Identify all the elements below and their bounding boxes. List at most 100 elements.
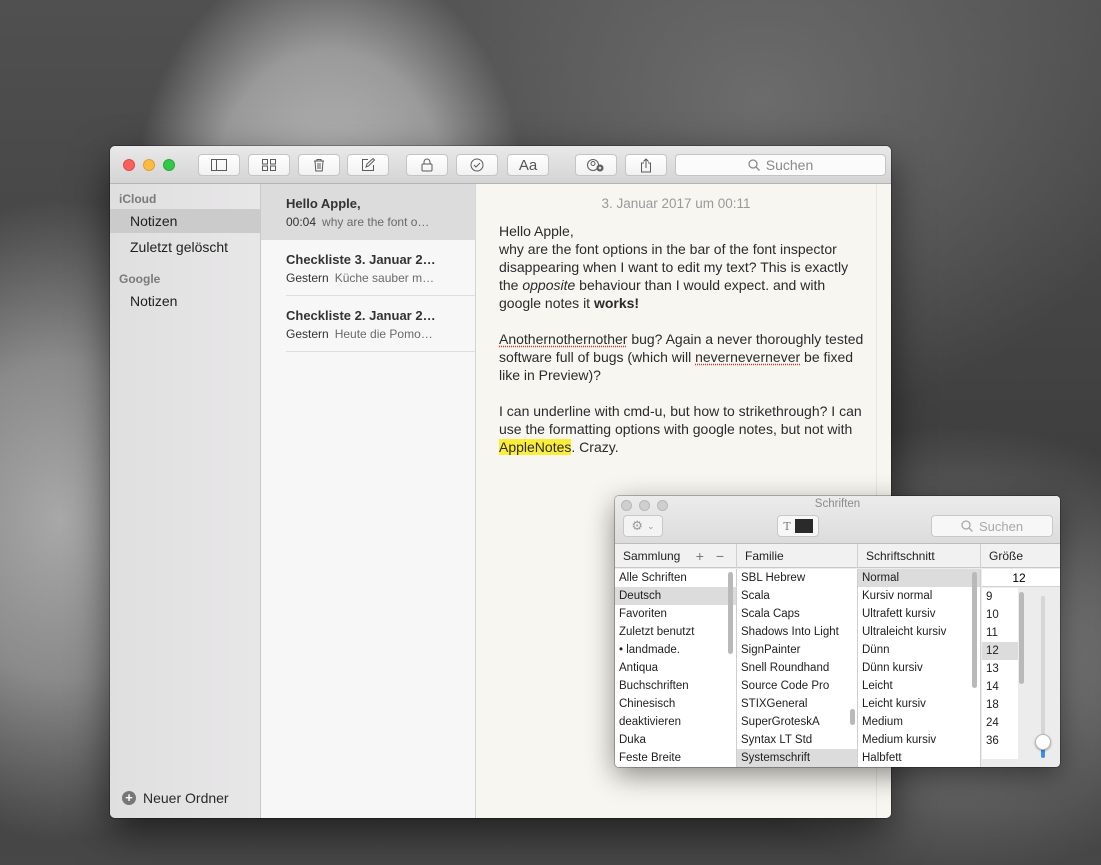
collection-item[interactable]: Favoriten	[615, 605, 736, 623]
size-item[interactable]: 11	[982, 624, 1018, 642]
typeface-item[interactable]: Kursiv normal	[858, 587, 980, 605]
font-family-item[interactable]: Syntax LT Std	[737, 731, 857, 749]
size-slider-track[interactable]	[1041, 596, 1045, 752]
size-list[interactable]: 9 10 11 12 13 14 18 24 36	[982, 588, 1018, 759]
typeface-item[interactable]: Leicht kursiv	[858, 695, 980, 713]
size-item[interactable]: 18	[982, 696, 1018, 714]
share-button[interactable]	[625, 154, 667, 176]
note-date: Gestern	[286, 327, 329, 341]
font-family-item[interactable]: STIXGeneral	[737, 695, 857, 713]
note-list-item[interactable]: Hello Apple, 00:04 why are the font o…	[261, 184, 475, 240]
size-item[interactable]: 12	[982, 642, 1018, 660]
gallery-view-button[interactable]	[248, 154, 290, 176]
format-button[interactable]: Aa	[507, 154, 549, 176]
zoom-window-button[interactable]	[163, 159, 175, 171]
size-item[interactable]: 9	[982, 588, 1018, 606]
misspelled-word[interactable]: Anothernothernother	[499, 331, 627, 347]
note-timestamp: 3. Januar 2017 um 00:11	[601, 196, 751, 211]
note-list-item[interactable]: Checkliste 3. Januar 2… Gestern Küche sau…	[261, 240, 475, 296]
sidebar-section-google: Google	[119, 272, 161, 286]
size-item[interactable]: 14	[982, 678, 1018, 696]
misspelled-word[interactable]: nevernevernever	[695, 349, 800, 365]
font-family-item[interactable]: Source Code Pro	[737, 677, 857, 695]
collection-item[interactable]: Antiqua	[615, 659, 736, 677]
checklist-button[interactable]	[456, 154, 498, 176]
collection-item[interactable]: Deutsch	[615, 587, 736, 605]
action-menu-button[interactable]: ⚙ ⌄	[623, 515, 663, 537]
collection-item[interactable]: Duka	[615, 731, 736, 749]
collection-item[interactable]: Zuletzt benutzt	[615, 623, 736, 641]
size-item[interactable]: 24	[982, 714, 1018, 732]
collection-item[interactable]: deaktivieren	[615, 713, 736, 731]
typeface-item[interactable]: Halbfett	[858, 749, 980, 767]
font-family-item[interactable]: Shadows Into Light	[737, 623, 857, 641]
sidebar-item-icloud-notizen[interactable]: Notizen	[110, 209, 260, 233]
font-family-item[interactable]: Snell Roundhand	[737, 659, 857, 677]
family-scrollbar[interactable]	[850, 709, 855, 725]
font-family-item[interactable]: Scala	[737, 587, 857, 605]
typeface-item[interactable]: Ultrafett kursiv	[858, 605, 980, 623]
sidebar-toggle-button[interactable]	[198, 154, 240, 176]
sidebar-item-label: Notizen	[130, 213, 178, 229]
add-person-icon	[587, 159, 604, 172]
typeface-list[interactable]: Normal Kursiv normal Ultrafett kursiv Ultra…	[858, 569, 981, 767]
collection-item[interactable]: Feste Breite	[615, 749, 736, 767]
collection-list[interactable]: Alle Schriften Deutsch Favoriten Zuletzt be…	[615, 569, 737, 767]
italic-text: opposite	[522, 277, 576, 293]
font-family-item[interactable]: SuperGroteskA	[737, 713, 857, 731]
note-body[interactable]: Hello Apple, why are the font options in …	[499, 222, 864, 474]
size-input[interactable]: 12	[982, 569, 1060, 587]
collection-scrollbar[interactable]	[728, 572, 733, 654]
typeface-item[interactable]: Leicht	[858, 677, 980, 695]
search-placeholder: Suchen	[978, 518, 1024, 534]
typeface-item[interactable]: Ultraleicht kursiv	[858, 623, 980, 641]
fonts-panel-title: Schriften	[814, 498, 861, 510]
fonts-panel-titlebar: Schriften ⚙ ⌄ T Suchen	[615, 496, 1060, 544]
collection-item[interactable]: • landmade.	[615, 641, 736, 659]
add-people-button[interactable]	[575, 154, 617, 176]
text-run: I can underline with cmd-u, but how to s…	[499, 403, 862, 437]
text-color-button[interactable]: T	[777, 515, 819, 537]
new-folder-button[interactable]: + Neuer Ordner	[122, 790, 229, 806]
new-folder-label: Neuer Ordner	[143, 790, 229, 806]
sidebar-item-google-notizen[interactable]: Notizen	[110, 289, 260, 313]
note-title: Checkliste 2. Januar 2…	[286, 308, 436, 323]
fonts-search-field[interactable]: Suchen	[931, 515, 1053, 537]
grid-icon	[262, 159, 276, 171]
size-list-scrollbar[interactable]	[1019, 592, 1024, 684]
chevron-down-icon: ⌄	[647, 520, 655, 531]
typeface-item[interactable]: Medium	[858, 713, 980, 731]
collection-item[interactable]: Alle Schriften	[615, 569, 736, 587]
typeface-header-label: Schriftschnitt	[866, 549, 935, 563]
divider	[286, 351, 475, 352]
size-item[interactable]: 36	[982, 732, 1018, 750]
close-window-button[interactable]	[123, 159, 135, 171]
lock-note-button[interactable]	[406, 154, 448, 176]
minimize-window-button[interactable]	[143, 159, 155, 171]
typeface-item[interactable]: Dünn	[858, 641, 980, 659]
add-remove-collection-buttons[interactable]: + −	[696, 548, 728, 564]
typeface-item[interactable]: Medium kursiv	[858, 731, 980, 749]
search-field[interactable]: Suchen	[675, 154, 886, 176]
font-family-item[interactable]: SignPainter	[737, 641, 857, 659]
note-preview: Küche sauber m…	[334, 271, 435, 285]
sidebar-item-recently-deleted[interactable]: Zuletzt gelöscht	[110, 235, 260, 259]
typeface-item[interactable]: Dünn kursiv	[858, 659, 980, 677]
new-note-button[interactable]	[347, 154, 389, 176]
delete-note-button[interactable]	[298, 154, 340, 176]
font-family-item[interactable]: SBL Hebrew	[737, 569, 857, 587]
note-meta: Gestern Küche sauber m…	[286, 271, 446, 285]
note-list-item[interactable]: Checkliste 2. Januar 2… Gestern Heute die…	[261, 296, 475, 352]
font-family-item[interactable]: Systemschrift	[737, 749, 857, 767]
collection-item[interactable]: Chinesisch	[615, 695, 736, 713]
font-format-icon: Aa	[518, 156, 538, 174]
font-family-item[interactable]: Scala Caps	[737, 605, 857, 623]
family-list[interactable]: SBL Hebrew Scala Scala Caps Shadows Into Li…	[737, 569, 858, 767]
typeface-scrollbar[interactable]	[972, 572, 977, 688]
size-slider-knob[interactable]	[1035, 734, 1051, 750]
collection-item[interactable]: Buchschriften	[615, 677, 736, 695]
typeface-header: Schriftschnitt	[858, 544, 981, 568]
size-item[interactable]: 13	[982, 660, 1018, 678]
size-item[interactable]: 10	[982, 606, 1018, 624]
typeface-item[interactable]: Normal	[858, 569, 980, 587]
